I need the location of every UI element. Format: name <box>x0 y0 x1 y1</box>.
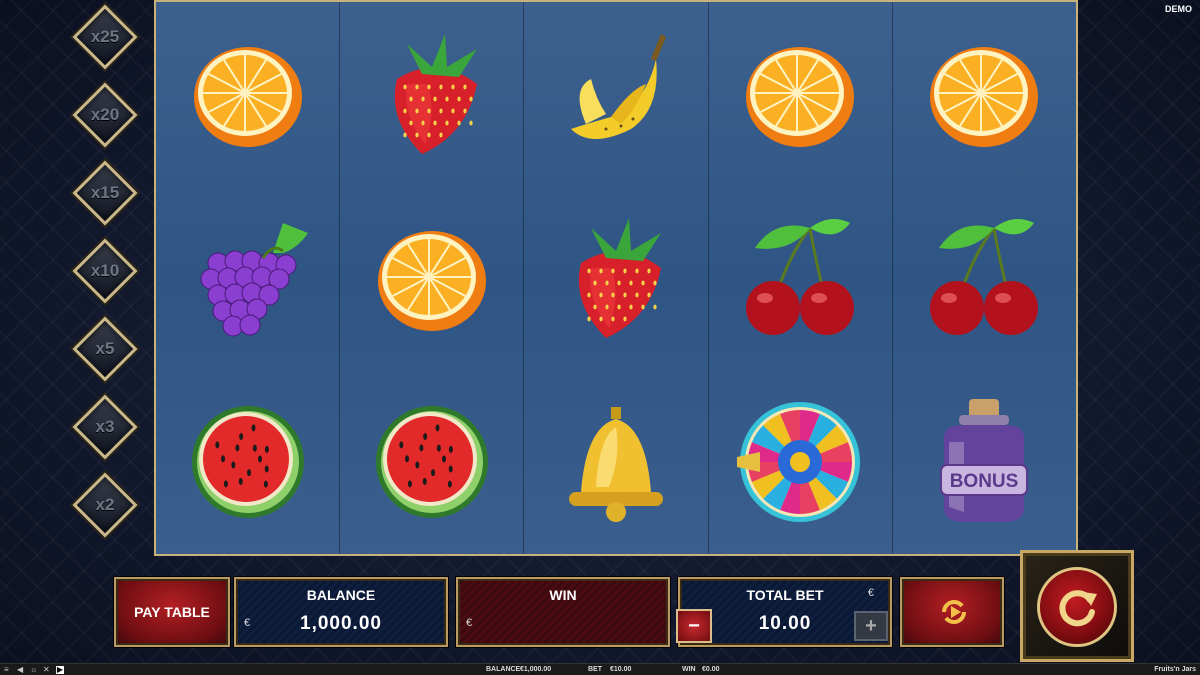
win-label: WIN <box>549 587 577 603</box>
balance-display: BALANCE € 1,000.00 <box>234 577 448 647</box>
symbol-wheel <box>709 370 892 554</box>
multiplier-x20: x20 <box>72 82 138 148</box>
total-bet-label: TOTAL BET <box>746 587 824 603</box>
symbol-cherries <box>709 186 892 370</box>
increase-bet-button[interactable]: + <box>854 611 888 641</box>
status-bet-label: BET <box>588 666 602 673</box>
symbol-grapes <box>156 186 339 370</box>
multiplier-x15: x15 <box>72 160 138 226</box>
grapes-icon <box>200 223 308 337</box>
paytable-label: PAY TABLE <box>134 604 210 620</box>
reel-grid: BONUS <box>154 0 1078 556</box>
bet-currency: € <box>867 587 874 599</box>
decrease-bet-button[interactable]: − <box>676 609 712 643</box>
autoplay-button[interactable] <box>900 577 1004 647</box>
watermelon-icon <box>375 406 488 518</box>
watermelon-icon <box>191 406 304 518</box>
status-balance-label: BALANCE <box>486 666 521 673</box>
strawberry-icon <box>394 34 477 154</box>
symbol-bonus-jar: BONUS <box>893 370 1076 554</box>
menu-icon[interactable]: ≡ <box>4 665 12 674</box>
symbol-bell <box>524 370 707 554</box>
symbol-cherries <box>893 186 1076 370</box>
multiplier-x25: x25 <box>72 4 138 70</box>
win-currency: € <box>466 617 473 629</box>
symbol-watermelon <box>340 370 523 554</box>
multiplier-x2: x2 <box>72 472 138 538</box>
demo-badge: DEMO <box>1165 4 1192 14</box>
symbol-watermelon <box>156 370 339 554</box>
status-win-label: WIN <box>682 666 696 673</box>
multiplier-x5: x5 <box>72 316 138 382</box>
symbol-strawberry <box>524 186 707 370</box>
status-win-value: €0.00 <box>702 666 720 673</box>
symbol-orange <box>893 2 1076 186</box>
paytable-button[interactable]: PAY TABLE <box>114 577 230 647</box>
game-name: Fruits'n Jars <box>1154 666 1196 673</box>
status-bet-value: €10.00 <box>610 666 632 673</box>
win-display: WIN € <box>456 577 670 647</box>
orange-icon <box>377 231 486 331</box>
balance-label: BALANCE <box>306 587 376 603</box>
balance-value: 1,000.00 <box>300 613 382 634</box>
sound-icon[interactable]: ◀ <box>17 665 25 674</box>
reel-4 <box>708 2 893 554</box>
status-balance-value: €1,000.00 <box>520 666 552 673</box>
cherries-icon <box>746 219 855 335</box>
total-bet-display: TOTAL BET € 10.00 − + <box>676 577 892 647</box>
bell-icon <box>569 407 663 522</box>
spin-button[interactable] <box>1020 550 1134 662</box>
spin-icon <box>1059 590 1097 627</box>
reel-1 <box>156 2 341 554</box>
reel-2 <box>340 2 525 554</box>
banana-icon <box>571 34 666 139</box>
bonus-jar-label: BONUS <box>950 471 1019 492</box>
settings-icon[interactable]: ☼ <box>30 665 38 674</box>
orange-icon <box>193 47 302 147</box>
strawberry-icon <box>578 218 661 338</box>
fullscreen-icon[interactable]: ✕ <box>43 665 51 674</box>
symbol-orange <box>156 2 339 186</box>
symbol-orange <box>709 2 892 186</box>
multiplier-x3: x3 <box>72 394 138 460</box>
reel-3 <box>524 2 709 554</box>
status-bar: ≡ ◀ ☼ ✕ ▶ BALANCE €1,000.00 BET €10.00 W… <box>0 663 1200 675</box>
symbol-banana <box>524 2 707 186</box>
orange-icon <box>746 47 855 147</box>
play-icon[interactable]: ▶ <box>56 665 64 674</box>
cherries-icon <box>930 219 1039 335</box>
wheel-icon <box>737 402 861 522</box>
bonus-jar-icon: BONUS <box>940 399 1029 522</box>
reel-5: BONUS <box>892 2 1077 554</box>
autoplay-icon <box>942 600 966 624</box>
orange-icon <box>930 47 1039 147</box>
symbol-strawberry <box>340 2 523 186</box>
symbol-orange <box>340 186 523 370</box>
multiplier-x10: x10 <box>72 238 138 304</box>
